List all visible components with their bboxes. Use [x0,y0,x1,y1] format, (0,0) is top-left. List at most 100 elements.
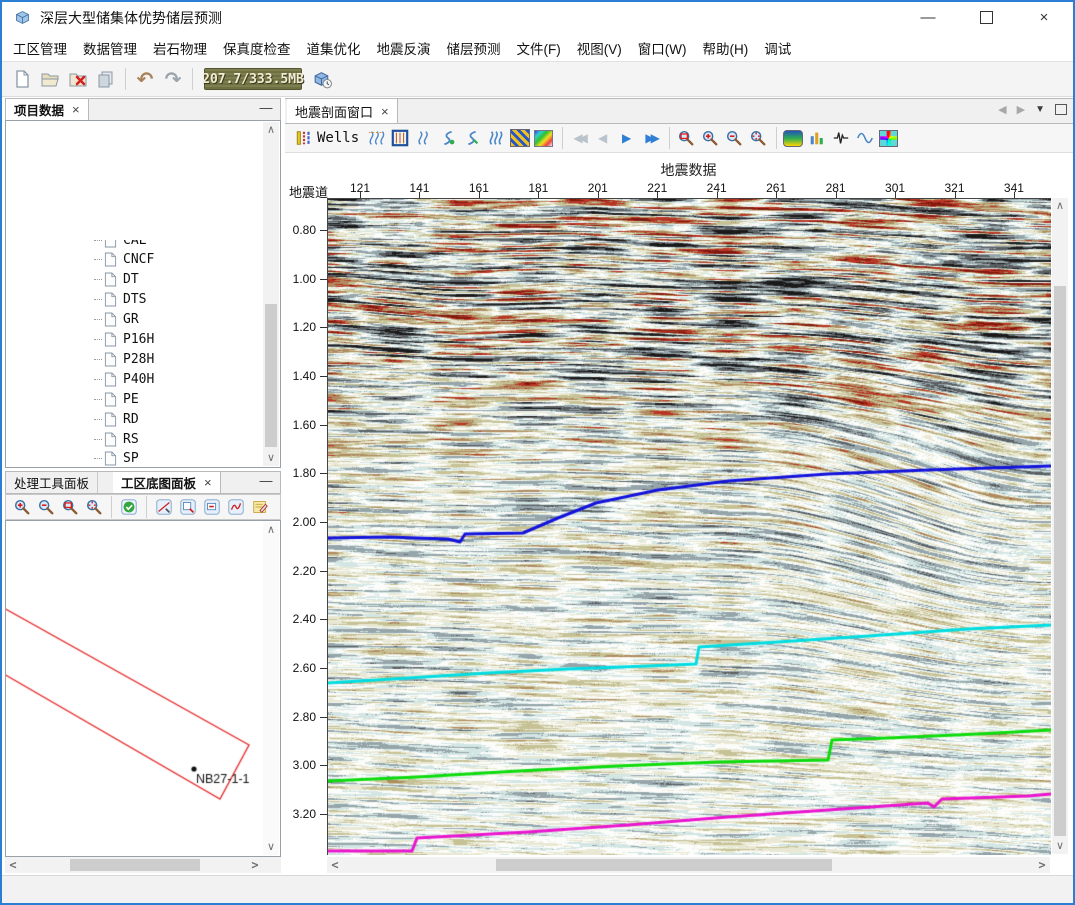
curve-tool-icon[interactable] [224,495,248,519]
wiggle-var-icon[interactable] [365,128,386,149]
section-vscrollbar[interactable]: ∧ ∨ [1052,198,1068,854]
nav-first-icon[interactable]: ◀◀ [568,128,589,149]
scroll-right-icon[interactable]: > [1034,857,1050,873]
wavelet-icon[interactable] [830,128,851,149]
scroll-up-icon[interactable]: ∧ [263,522,279,538]
tab-processing-tools[interactable]: 处理工具面板 [6,472,98,493]
tree-item-CAL[interactable]: CAL [94,240,146,250]
tree-item-P28H[interactable]: P28H [94,349,154,369]
menu-item[interactable]: 岩石物理 [145,34,215,62]
map-hscrollbar[interactable]: < > [5,857,281,873]
scroll-left-icon[interactable]: < [327,857,343,873]
frame-seis-icon[interactable] [389,128,410,149]
wells-icon[interactable] [293,128,314,149]
tree-item-DT[interactable]: DT [94,270,139,290]
minimize-button[interactable]: — [899,2,957,33]
nav-next-icon[interactable]: ▶ [616,128,637,149]
map-hscrollbar-thumb[interactable] [70,859,200,871]
section-hscrollbar[interactable]: < > [327,857,1050,873]
section-vscrollbar-thumb[interactable] [1054,286,1066,836]
wiggle-icon[interactable] [413,128,434,149]
notes-tool-icon[interactable] [248,495,272,519]
menu-item[interactable]: 帮助(H) [694,34,756,62]
menu-item[interactable]: 文件(F) [509,34,569,62]
panel-minimize-button[interactable]: — [258,475,274,489]
new-file-icon[interactable] [8,65,36,93]
tab-basemap[interactable]: 工区底图面板 × [113,472,221,493]
s-wave-snap-icon[interactable] [461,128,482,149]
window-remove-tool-icon[interactable] [200,495,224,519]
tab-close-icon[interactable]: × [72,102,80,117]
undo-icon[interactable]: ↶ [131,65,159,93]
tree-item-GR[interactable]: GR [94,310,139,330]
layer-check-icon[interactable] [117,495,141,519]
maximize-button[interactable] [957,2,1015,33]
tree-item-CNCF[interactable]: CNCF [94,250,154,270]
tree-vscrollbar-thumb[interactable] [265,304,277,447]
nav-prev-icon[interactable]: ◀ [592,128,613,149]
gradient-scale-icon[interactable] [782,128,803,149]
scroll-left-icon[interactable]: < [5,857,21,873]
zoom-in-icon[interactable] [699,128,720,149]
s-wave-pick-icon[interactable] [437,128,458,149]
seismic-canvas[interactable] [327,198,1051,855]
open-folder-icon[interactable] [36,65,64,93]
menu-item[interactable]: 视图(V) [569,34,630,62]
tree-item-P16H[interactable]: P16H [94,330,154,350]
menu-item[interactable]: 工区管理 [5,34,75,62]
tree-item-DTS[interactable]: DTS [94,290,146,310]
tab-next-icon[interactable]: ▶ [1017,103,1025,116]
close-button[interactable]: × [1015,2,1073,33]
tree-item-RD[interactable]: RD [94,409,139,429]
redo-icon[interactable]: ↷ [159,65,187,93]
stripes-icon[interactable] [509,128,530,149]
tree-vscrollbar[interactable]: ∧ ∨ [263,122,279,466]
scroll-up-icon[interactable]: ∧ [1052,198,1068,214]
scroll-down-icon[interactable]: ∨ [263,839,279,855]
restore-icon[interactable] [1055,104,1067,115]
nav-last-icon[interactable]: ▶▶ [640,128,661,149]
save-all-icon[interactable] [92,65,120,93]
histogram-icon[interactable] [806,128,827,149]
menu-item[interactable]: 数据管理 [75,34,145,62]
color-star-icon[interactable] [878,128,899,149]
section-hscrollbar-thumb[interactable] [496,859,832,871]
tab-seismic-section[interactable]: 地震剖面窗口 × [287,99,398,123]
menu-item[interactable]: 调试 [756,34,799,62]
tab-close-icon[interactable]: × [204,475,212,490]
wiggle-dense-icon[interactable] [485,128,506,149]
zoom-full-icon[interactable] [82,495,106,519]
tree-item-P40H[interactable]: P40H [94,369,154,389]
panel-minimize-button[interactable]: — [258,102,274,116]
scroll-up-icon[interactable]: ∧ [263,122,279,138]
tab-close-icon[interactable]: × [381,104,389,119]
survey-line-tool-icon[interactable] [152,495,176,519]
zoom-window-icon[interactable] [58,495,82,519]
zoom-out-icon[interactable] [34,495,58,519]
window-edit-tool-icon[interactable] [176,495,200,519]
data-clock-icon[interactable] [308,65,336,93]
scroll-down-icon[interactable]: ∨ [263,450,279,466]
menu-item[interactable]: 保真度检查 [215,34,299,62]
colormap-square-icon[interactable] [533,128,554,149]
close-project-icon[interactable] [64,65,92,93]
menu-item[interactable]: 地震反演 [369,34,439,62]
basemap-canvas[interactable] [6,521,259,855]
zoom-full-icon[interactable] [747,128,768,149]
zoom-out-icon[interactable] [723,128,744,149]
menu-item[interactable]: 窗口(W) [630,34,695,62]
tree-item-RS[interactable]: RS [94,429,139,449]
tree-item-PE[interactable]: PE [94,389,139,409]
zoom-window-icon[interactable] [675,128,696,149]
sine-wave-icon[interactable] [854,128,875,149]
tab-list-icon[interactable]: ▼ [1035,104,1045,115]
tab-prev-icon[interactable]: ◀ [998,103,1006,116]
map-vscrollbar[interactable]: ∧ ∨ [263,522,279,855]
zoom-in-icon[interactable] [10,495,34,519]
tree-item-SP[interactable]: SP [94,449,139,468]
menu-item[interactable]: 道集优化 [299,34,369,62]
scroll-down-icon[interactable]: ∨ [1052,838,1068,854]
scroll-right-icon[interactable]: > [247,857,263,873]
menu-item[interactable]: 储层预测 [439,34,509,62]
tab-project-data[interactable]: 项目数据 × [6,99,89,120]
